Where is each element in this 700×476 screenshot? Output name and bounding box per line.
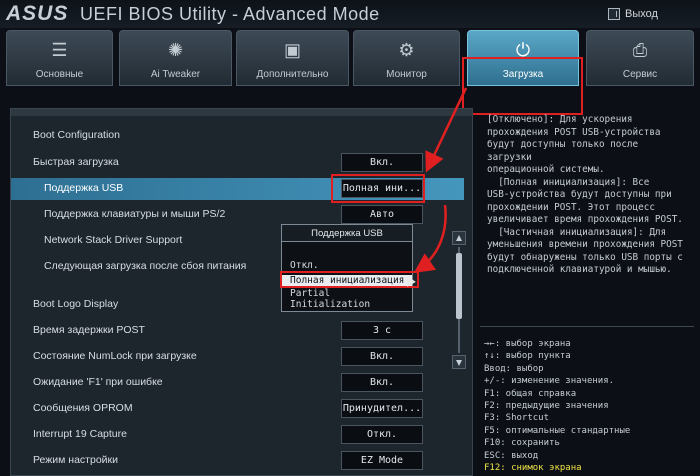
exit-button[interactable]: Выход	[608, 4, 696, 24]
post-delay-select[interactable]: 3 с	[341, 321, 423, 340]
tab-main-label: Основные	[35, 69, 84, 80]
app-title: UEFI BIOS Utility - Advanced Mode	[80, 4, 380, 24]
asus-logo: ASUS	[6, 2, 69, 25]
tab-tool[interactable]: ⎙ Сервис	[586, 30, 694, 86]
scrollbar[interactable]	[452, 231, 466, 369]
tab-advanced[interactable]: ▣ Дополнительно	[236, 30, 349, 86]
wait-f1-select[interactable]: Вкл.	[341, 373, 423, 392]
key-legend-item: ↑↓: выбор пункта	[484, 351, 571, 362]
row-fast-boot[interactable]: Быстрая загрузка Вкл.	[11, 152, 464, 174]
numlock-select[interactable]: Вкл.	[341, 347, 423, 366]
tab-advanced-label: Дополнительно	[256, 69, 329, 80]
popup-option-full-init[interactable]: Полная инициализация	[282, 275, 412, 286]
tab-boot-label: Загрузка	[502, 69, 544, 80]
tab-ai-tweaker[interactable]: ✺ Ai Tweaker	[119, 30, 232, 86]
row-label: Режим настройки	[33, 454, 118, 466]
tab-ai-tweaker-label: Ai Tweaker	[150, 69, 201, 80]
scroll-thumb[interactable]	[456, 253, 462, 319]
row-label: Состояние NumLock при загрузке	[33, 350, 197, 362]
tab-tool-label: Сервис	[622, 69, 658, 80]
row-label: Следующая загрузка после сбоя питания	[44, 260, 247, 272]
row-label: Ожидание 'F1' при ошибке	[33, 376, 163, 388]
help-panel: [Отключено]: Для ускорения прохождения P…	[480, 108, 694, 326]
key-legend-item: →←: выбор экрана	[484, 339, 571, 349]
row-label: Boot Logo Display	[33, 298, 119, 310]
row-wait-f1[interactable]: Ожидание 'F1' при ошибке Вкл.	[11, 372, 464, 394]
usb-support-select[interactable]: Полная ини...	[341, 179, 423, 198]
key-legend-item: F3: Shortcut	[484, 413, 550, 424]
key-legend-item: F12: снимок экрана	[484, 463, 582, 474]
oprom-select[interactable]: Принудител...	[341, 399, 423, 418]
key-legend: →←: выбор экрана ↑↓: выбор пункта Ввод: …	[484, 338, 696, 474]
row-label: Network Stack Driver Support	[44, 234, 183, 246]
popup-title: Поддержка USB	[282, 225, 412, 242]
tweaker-icon: ✺	[167, 40, 184, 60]
popup-option-partial-init[interactable]: Partial Initialization	[290, 288, 412, 310]
row-ps2-support[interactable]: Поддержка клавиатуры и мыши PS/2 Авто	[11, 204, 464, 226]
key-legend-item: F10: сохранить	[484, 438, 560, 449]
monitor-icon: ⚙	[398, 40, 415, 60]
section-boot-configuration: Boot Configuration	[33, 129, 120, 141]
row-post-delay[interactable]: Время задержки POST 3 с	[11, 320, 464, 342]
title-bar: ASUS UEFI BIOS Utility - Advanced Mode В…	[0, 0, 700, 28]
exit-label: Выход	[625, 8, 658, 20]
list-icon: ☰	[51, 40, 68, 60]
row-label: Поддержка клавиатуры и мыши PS/2	[44, 208, 226, 220]
tab-bar: ☰ Основные ✺ Ai Tweaker ▣ Дополнительно …	[0, 30, 700, 115]
row-label: Быстрая загрузка	[33, 156, 119, 168]
key-legend-item: F1: общая справка	[484, 388, 577, 399]
scroll-down-icon[interactable]	[452, 355, 466, 369]
key-legend-item: Ввод: выбор	[484, 363, 544, 374]
row-label: Поддержка USB	[44, 182, 124, 194]
tab-monitor-label: Монитор	[386, 69, 427, 80]
ps2-support-select[interactable]: Авто	[341, 205, 423, 224]
help-divider	[480, 326, 694, 327]
tab-main[interactable]: ☰ Основные	[6, 30, 113, 86]
row-label: Время задержки POST	[33, 324, 145, 336]
row-label: Сообщения OPROM	[33, 402, 133, 414]
panel-header-strip	[11, 109, 472, 116]
row-numlock[interactable]: Состояние NumLock при загрузке Вкл.	[11, 346, 464, 368]
power-icon: ⏻	[515, 40, 531, 60]
row-setup-mode[interactable]: Режим настройки EZ Mode	[11, 450, 464, 472]
exit-icon	[608, 8, 620, 20]
row-oprom[interactable]: Сообщения OPROM Принудител...	[11, 398, 464, 420]
help-text: [Отключено]: Для ускорения прохождения P…	[487, 114, 683, 275]
row-usb-support[interactable]: Поддержка USB Полная ини...	[11, 178, 464, 200]
usb-support-popup: Поддержка USB Откл. Полная инициализация…	[281, 224, 413, 312]
advanced-icon: ▣	[283, 40, 302, 60]
key-legend-item: ESC: выход	[484, 450, 539, 461]
setup-mode-select[interactable]: EZ Mode	[341, 451, 423, 470]
key-legend-item: +/-: изменение значения.	[484, 376, 615, 387]
key-legend-item: F2: предыдущие значения	[484, 401, 609, 412]
printer-icon: ⎙	[632, 40, 648, 60]
scroll-up-icon[interactable]	[452, 231, 466, 245]
fast-boot-select[interactable]: Вкл.	[341, 153, 423, 172]
key-legend-item: F5: оптимальные стандартные	[484, 425, 631, 436]
row-interrupt-19[interactable]: Interrupt 19 Capture Откл.	[11, 424, 464, 446]
tab-boot[interactable]: ⏻ Загрузка	[467, 30, 579, 86]
tab-monitor[interactable]: ⚙ Монитор	[353, 30, 460, 86]
popup-option-disabled[interactable]: Откл.	[290, 260, 319, 271]
row-label: Interrupt 19 Capture	[33, 428, 127, 440]
interrupt-19-select[interactable]: Откл.	[341, 425, 423, 444]
